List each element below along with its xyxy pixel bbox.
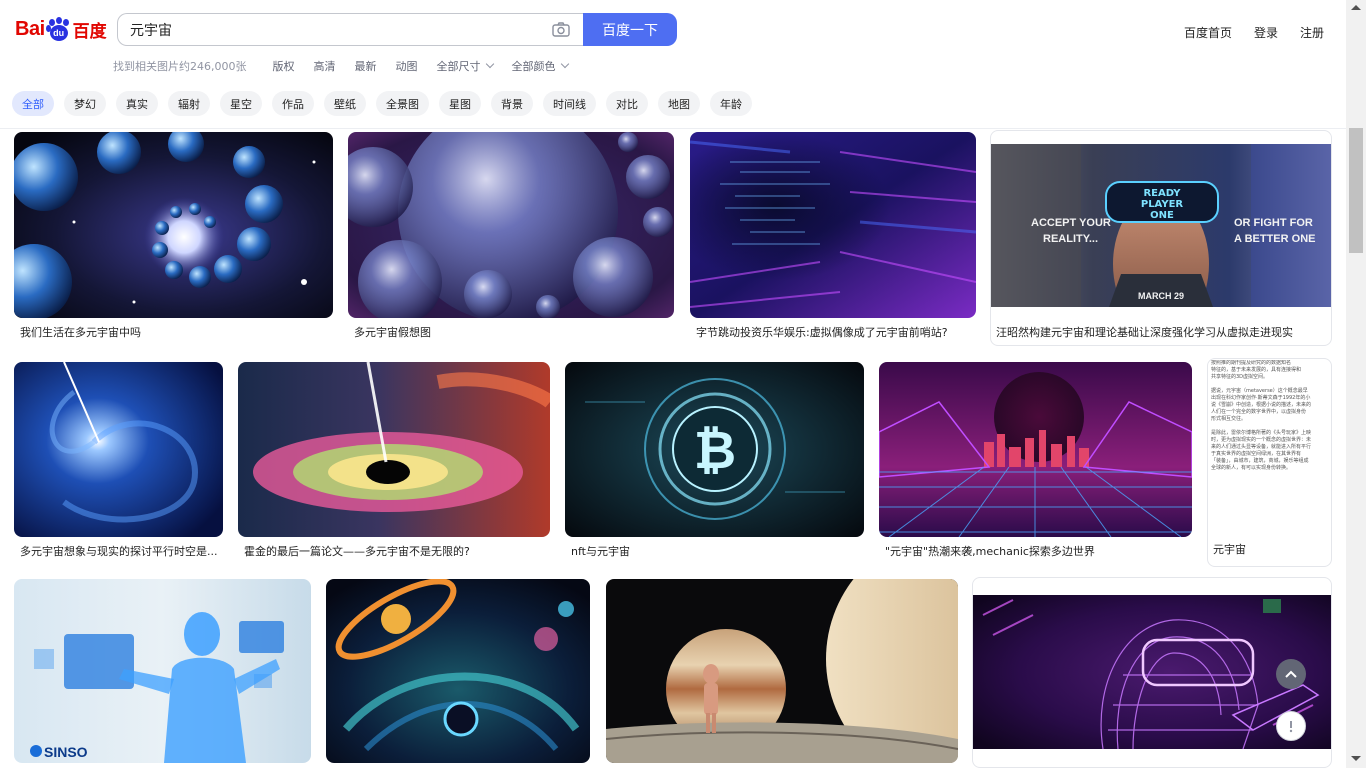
result-card[interactable]: ₿ nft与元宇宙 xyxy=(565,362,865,562)
svg-text:ONE: ONE xyxy=(1150,210,1174,221)
baidu-logo[interactable]: Bai du 百度 xyxy=(15,12,107,46)
tag-works[interactable]: 作品 xyxy=(272,91,314,116)
header-divider xyxy=(0,128,1346,129)
result-image-galaxy-beam[interactable] xyxy=(14,362,223,537)
logo-du-text: du xyxy=(49,25,68,41)
feedback-icon xyxy=(1289,721,1293,733)
result-image-multiverse-bubbles[interactable] xyxy=(348,132,674,318)
camera-icon[interactable] xyxy=(552,22,570,37)
filter-row: 找到相关图片约246,000张 版权 高清 最新 动图 全部尺寸 全部颜色 xyxy=(113,57,587,75)
filter-latest[interactable]: 最新 xyxy=(355,58,377,74)
scrollbar-thumb[interactable] xyxy=(1349,128,1363,253)
back-to-top-icon xyxy=(1285,670,1297,678)
result-image-code-tunnel[interactable] xyxy=(690,132,976,318)
filter-size-dropdown[interactable]: 全部尺寸 xyxy=(436,58,494,74)
link-login[interactable]: 登录 xyxy=(1254,24,1278,41)
svg-text:₿: ₿ xyxy=(694,421,736,481)
result-card[interactable]: "元宇宙"热潮来袭,mechanic探索多边世界 xyxy=(879,362,1193,562)
result-card[interactable] xyxy=(326,579,591,768)
result-image-synthwave-city[interactable] xyxy=(879,362,1192,537)
tag-real[interactable]: 真实 xyxy=(116,91,158,116)
result-card[interactable]: SINSO xyxy=(14,579,312,768)
feedback-button[interactable] xyxy=(1276,711,1306,741)
svg-text:OR FIGHT FOR: OR FIGHT FOR xyxy=(1234,217,1313,229)
result-card[interactable]: 按照推的期刊提及研究的的数据知名 特征的，基于未来发展的，具有连接得和 共享特征… xyxy=(1207,360,1332,560)
svg-text:REALITY...: REALITY... xyxy=(1043,233,1098,245)
tag-starry-sky[interactable]: 星空 xyxy=(220,91,262,116)
result-image-planets-spiral[interactable] xyxy=(14,132,333,318)
tag-all[interactable]: 全部 xyxy=(12,91,54,116)
tag-timeline[interactable]: 时间线 xyxy=(543,91,596,116)
search-button[interactable]: 百度一下 xyxy=(583,13,677,46)
logo-bai-text: Bai xyxy=(15,17,45,40)
result-caption[interactable]: 多元宇宙想象与现实的探讨平行时空是... xyxy=(20,543,220,559)
result-card[interactable]: 多元宇宙想象与现实的探讨平行时空是... xyxy=(14,362,224,562)
result-caption[interactable]: 多元宇宙假想图 xyxy=(354,324,664,340)
svg-text:READY: READY xyxy=(1143,188,1181,199)
result-card[interactable]: 多元宇宙假想图 xyxy=(348,132,675,342)
tag-star-map[interactable]: 星图 xyxy=(439,91,481,116)
result-caption[interactable]: 字节跳动投资乐华娱乐:虚拟偶像成了元宇宙前哨站? xyxy=(696,324,976,340)
result-caption[interactable]: nft与元宇宙 xyxy=(571,543,861,559)
top-links: 百度首页 登录 注册 xyxy=(1162,24,1324,41)
result-caption[interactable]: 我们生活在多元宇宙中吗 xyxy=(20,324,320,340)
result-card[interactable]: 霍金的最后一篇论文——多元宇宙不是无限的? xyxy=(238,362,551,562)
filter-color-dropdown[interactable]: 全部颜色 xyxy=(511,58,569,74)
scroll-down-icon[interactable] xyxy=(1351,756,1361,761)
result-card[interactable]: 字节跳动投资乐华娱乐:虚拟偶像成了元宇宙前哨站? xyxy=(690,132,977,342)
link-baidu-home[interactable]: 百度首页 xyxy=(1184,24,1232,41)
filter-animated[interactable]: 动图 xyxy=(396,58,418,74)
result-image-document-text[interactable]: 按照推的期刊提及研究的的数据知名 特征的，基于未来发展的，具有连接得和 共享特征… xyxy=(1211,360,1327,532)
tag-compare[interactable]: 对比 xyxy=(606,91,648,116)
result-image-bitcoin-hologram[interactable]: ₿ xyxy=(565,362,864,537)
chevron-down-icon xyxy=(485,59,494,69)
result-caption[interactable]: 汪昭然构建元宇宙和理论基础让深度强化学习从虚拟走进现实 xyxy=(996,324,1326,340)
doc-lines: 按照推的期刊提及研究的的数据知名 特征的，基于未来发展的，具有连接得和 共享特征… xyxy=(1211,360,1312,471)
tag-age[interactable]: 年龄 xyxy=(710,91,752,116)
result-card[interactable]: READY PLAYER ONE ACCEPT YOUR REALITY... … xyxy=(990,132,1332,342)
svg-text:ACCEPT YOUR: ACCEPT YOUR xyxy=(1031,217,1111,229)
filter-size-label: 全部尺寸 xyxy=(436,60,481,73)
result-image-ready-player-one[interactable]: READY PLAYER ONE ACCEPT YOUR REALITY... … xyxy=(991,144,1331,307)
baidu-image-search-page: Bai du 百度 百度一下 百度首页 登录 注册 找到相关图片约246,000… xyxy=(0,0,1366,768)
result-caption[interactable]: 霍金的最后一篇论文——多元宇宙不是无限的? xyxy=(244,543,544,559)
result-card[interactable] xyxy=(606,579,959,768)
tag-map[interactable]: 地图 xyxy=(658,91,700,116)
result-caption[interactable]: 元宇宙 xyxy=(1213,541,1323,557)
tag-radiation[interactable]: 辐射 xyxy=(168,91,210,116)
page-scrollbar[interactable] xyxy=(1346,0,1366,768)
svg-text:PLAYER: PLAYER xyxy=(1141,199,1184,210)
result-count: 找到相关图片约246,000张 xyxy=(113,60,247,73)
result-card[interactable]: 我们生活在多元宇宙中吗 xyxy=(14,132,334,342)
back-to-top-button[interactable] xyxy=(1276,659,1306,689)
filter-copyright[interactable]: 版权 xyxy=(273,58,295,74)
tag-dreamy[interactable]: 梦幻 xyxy=(64,91,106,116)
logo-paw-icon: du xyxy=(45,17,72,41)
filter-color-label: 全部颜色 xyxy=(511,60,556,73)
search-input[interactable] xyxy=(130,14,530,45)
logo-cn-text: 百度 xyxy=(72,21,107,42)
tag-wallpaper[interactable]: 壁纸 xyxy=(324,91,366,116)
scroll-up-icon[interactable] xyxy=(1351,5,1361,10)
search-box xyxy=(117,13,585,46)
svg-text:MARCH 29: MARCH 29 xyxy=(1138,291,1184,301)
result-image-planets-walker[interactable] xyxy=(606,579,958,763)
svg-text:A BETTER ONE: A BETTER ONE xyxy=(1234,233,1316,245)
link-register[interactable]: 注册 xyxy=(1300,24,1324,41)
tag-panorama[interactable]: 全景图 xyxy=(376,91,429,116)
result-image-cosmic-swirl[interactable] xyxy=(326,579,590,763)
result-image-hologram-man[interactable]: SINSO xyxy=(14,579,311,763)
chevron-down-icon xyxy=(560,59,569,69)
tag-background[interactable]: 背景 xyxy=(491,91,533,116)
result-image-black-hole[interactable] xyxy=(238,362,550,537)
tag-row: 全部 梦幻 真实 辐射 星空 作品 壁纸 全景图 星图 背景 时间线 对比 地图… xyxy=(12,91,752,116)
filter-hd[interactable]: 高清 xyxy=(314,58,336,74)
svg-text:SINSO: SINSO xyxy=(44,744,88,760)
result-caption[interactable]: "元宇宙"热潮来袭,mechanic探索多边世界 xyxy=(885,543,1185,559)
